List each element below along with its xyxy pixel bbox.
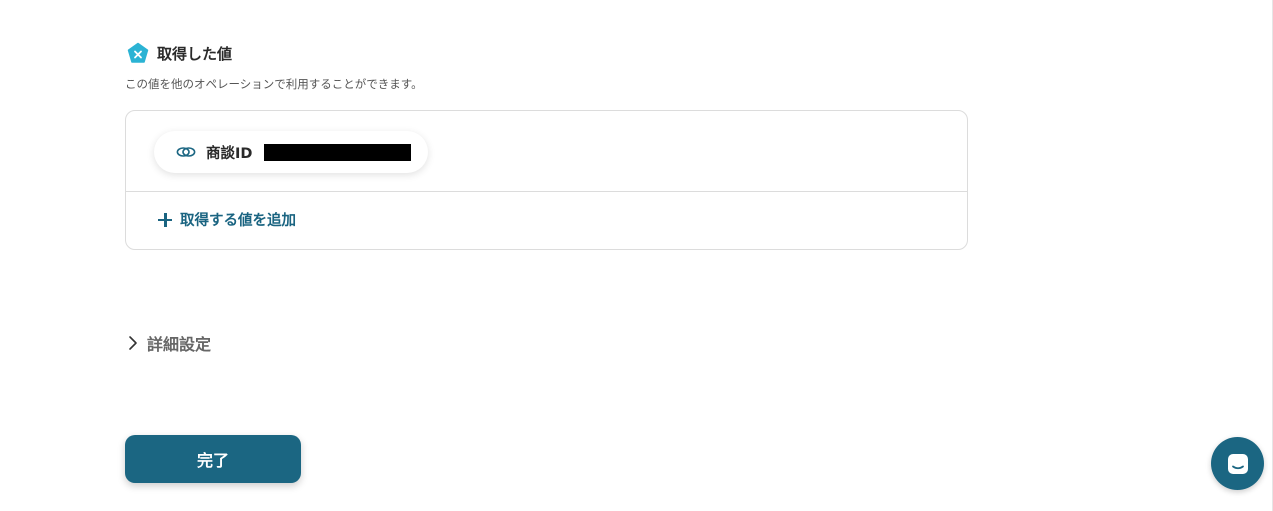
chip-label: 商談ID bbox=[206, 145, 253, 162]
page: 取得した値 この値を他のオペレーションで利用することができます。 商談ID 取得… bbox=[0, 0, 1273, 511]
section-description: この値を他のオペレーションで利用することができます。 bbox=[125, 77, 423, 91]
advanced-settings-label: 詳細設定 bbox=[147, 335, 212, 354]
chat-launcher-button[interactable] bbox=[1211, 437, 1264, 490]
chevron-right-icon bbox=[125, 332, 141, 354]
chat-icon bbox=[1225, 451, 1251, 477]
value-chip[interactable]: 商談ID bbox=[154, 131, 428, 173]
section-header: 取得した値 bbox=[127, 42, 232, 64]
pentagon-x-icon bbox=[127, 42, 149, 64]
section-title: 取得した値 bbox=[157, 44, 233, 63]
link-icon bbox=[176, 142, 196, 162]
add-value-label: 取得する値を追加 bbox=[180, 213, 296, 229]
plus-icon bbox=[156, 211, 174, 229]
values-list: 商談ID bbox=[126, 111, 967, 192]
done-button[interactable]: 完了 bbox=[125, 435, 301, 483]
add-value-button[interactable]: 取得する値を追加 bbox=[156, 209, 296, 230]
chip-value-redacted bbox=[264, 143, 412, 161]
advanced-settings-toggle[interactable]: 詳細設定 bbox=[125, 331, 211, 355]
values-card: 商談ID 取得する値を追加 bbox=[125, 110, 968, 250]
